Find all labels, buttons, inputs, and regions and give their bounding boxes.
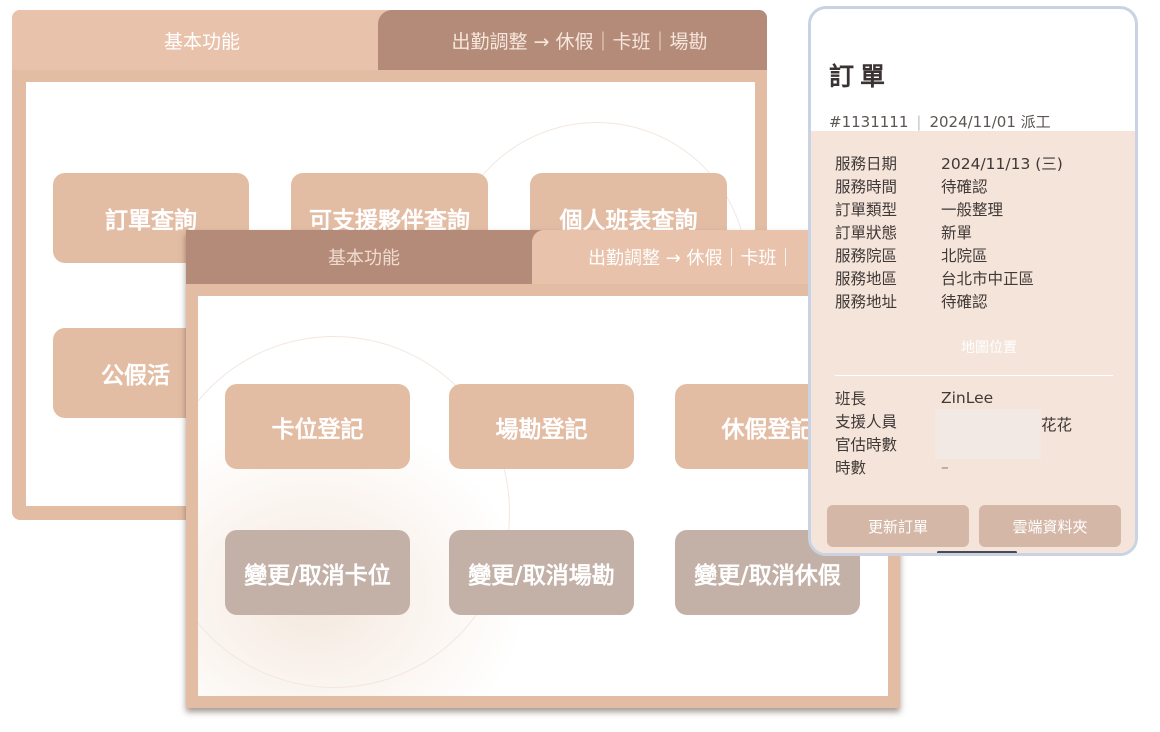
section-divider [835,375,1113,376]
field-label: 服務日期 [835,154,898,173]
order-subline: #1131111 | 2024/11/01 派工 [829,111,1051,132]
support-staff-name: 花花 [1041,416,1073,434]
field-row: 訂單類型 一般整理 [835,197,1063,220]
field-label: 訂單狀態 [835,223,898,242]
cloud-folder-button[interactable]: 雲端資料夾 [979,505,1121,547]
tab-basic-functions[interactable]: 基本功能 [12,10,392,70]
tab-attendance-adjust[interactable]: 出勤調整 → 休假｜卡班｜場勘 [378,10,767,70]
tab-basic-functions-front[interactable]: 基本功能 [186,230,542,284]
staff-value: – [941,457,949,476]
field-label: 服務地區 [835,269,898,288]
field-label: 服務院區 [835,246,898,265]
scroll-indicator[interactable] [937,551,1017,553]
map-location-link[interactable]: 地圖位置 [961,337,1017,357]
order-number: #1131111 [829,112,909,131]
field-label: 服務時間 [835,177,898,196]
field-value: 2024/11/13 (三) [941,154,1063,173]
order-fields: 服務日期 2024/11/13 (三) 服務時間 待確認 訂單類型 一般整理 訂單狀態… [835,151,1063,312]
order-card: 訂單 #1131111 | 2024/11/01 派工 服務日期 2024/11/… [808,6,1138,556]
field-row: 服務地址 待確認 [835,289,1063,312]
field-row: 訂單狀態 新單 [835,220,1063,243]
field-label: 訂單類型 [835,200,898,219]
redacted-area [935,409,1041,459]
field-value: 新單 [941,223,973,242]
field-row: 服務日期 2024/11/13 (三) [835,151,1063,174]
field-value: 一般整理 [941,200,1004,219]
change-survey-button[interactable]: 變更/取消場勘 [449,530,634,615]
field-value: 台北市中正區 [941,269,1035,288]
staff-row: 班長 ZinLee [835,386,993,409]
field-row: 服務地區 台北市中正區 [835,266,1063,289]
order-title: 訂單 [829,62,892,91]
field-label: 服務地址 [835,292,898,311]
change-slot-button[interactable]: 變更/取消卡位 [225,530,410,615]
survey-register-button[interactable]: 場勘登記 [449,384,634,469]
subline-separator: | [916,112,922,131]
staff-label: 支援人員 [835,412,898,431]
staff-label: 官估時數 [835,435,898,454]
front-panel: 基本功能 出勤調整 → 休假｜卡班｜ 卡位登記 場勘登記 休假登記 變更/取消卡… [186,230,900,708]
field-row: 服務院區 北院區 [835,243,1063,266]
update-order-button[interactable]: 更新訂單 [827,505,969,547]
staff-value: ZinLee [941,388,994,407]
field-value: 待確認 [941,292,988,311]
staff-label: 時數 [835,458,867,477]
field-value: 北院區 [941,246,988,265]
slot-register-button[interactable]: 卡位登記 [225,384,410,469]
staff-label: 班長 [835,389,867,408]
field-value: 待確認 [941,177,988,196]
front-panel-content: 卡位登記 場勘登記 休假登記 變更/取消卡位 變更/取消場勘 變更/取消休假 [198,296,888,696]
field-row: 服務時間 待確認 [835,174,1063,197]
order-details: 服務日期 2024/11/13 (三) 服務時間 待確認 訂單類型 一般整理 訂單狀態… [811,131,1135,553]
dispatch-date: 2024/11/01 派工 [929,113,1051,131]
